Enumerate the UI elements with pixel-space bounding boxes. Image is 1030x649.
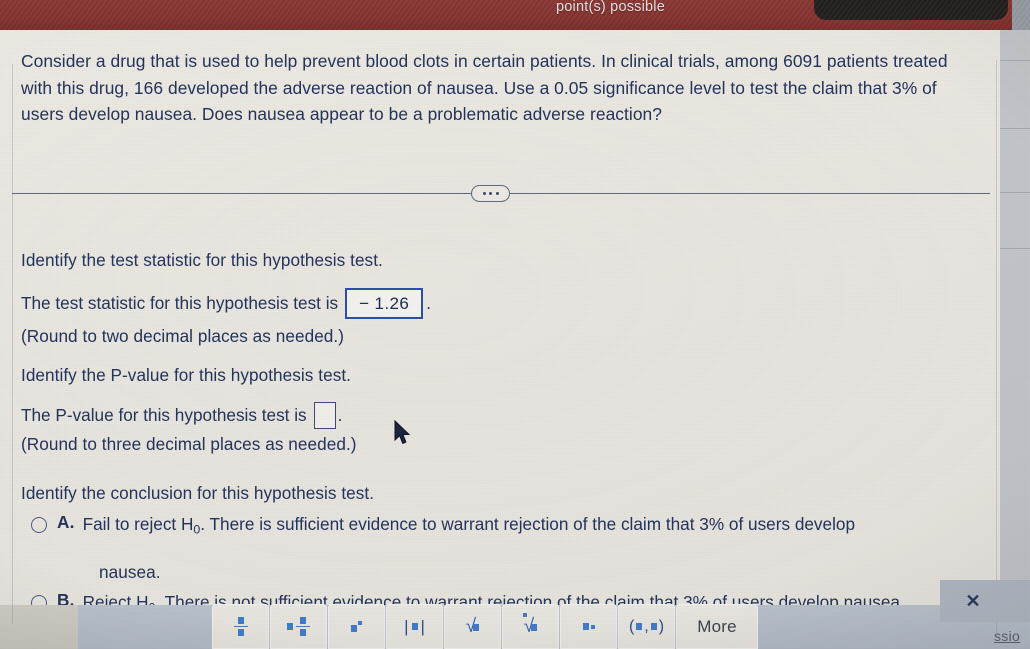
- test-statistic-input[interactable]: − 1.26: [345, 288, 424, 319]
- radio-button-a[interactable]: [31, 517, 47, 533]
- choice-a-wrapline: nausea.: [99, 562, 161, 582]
- square-root-icon: √: [466, 616, 480, 638]
- conclusion-prompt: Identify the conclusion for this hypothe…: [21, 483, 375, 503]
- page-header: point(s) possible: [0, 0, 1030, 30]
- test-statistic-prompt: Identify the test statistic for this hyp…: [21, 250, 383, 270]
- question-page: Consider a drug that is used to help pre…: [0, 30, 1000, 638]
- exponent-button[interactable]: [328, 604, 385, 649]
- close-icon[interactable]: ✕: [964, 592, 982, 610]
- p-value-sentence: The P-value for this hypothesis test is: [21, 405, 307, 425]
- choice-option-a[interactable]: A. Fail to reject H0. There is sufficien…: [31, 512, 936, 541]
- corner-partial-text[interactable]: ssio: [994, 628, 1020, 644]
- choice-a-part2: . There is sufficient evidence to warran…: [200, 514, 856, 534]
- mixed-number-button[interactable]: [270, 604, 327, 649]
- right-gutter-panel: [1000, 30, 1030, 605]
- choice-text-a: Fail to reject H0. There is sufficient e…: [83, 512, 855, 541]
- choice-a-part1: Fail to reject H: [82, 514, 194, 534]
- test-statistic-period: .: [426, 293, 431, 313]
- math-palette-buttons: | | √ √ (,) More: [212, 604, 758, 649]
- test-statistic-answer-row: The test statistic for this hypothesis t…: [21, 288, 431, 319]
- ordered-pair-button[interactable]: (,): [618, 604, 675, 649]
- more-symbols-button[interactable]: More: [676, 604, 758, 649]
- fraction-icon: [233, 616, 248, 637]
- p-value-answer-row: The P-value for this hypothesis test is …: [21, 402, 342, 429]
- page-left-rule: [12, 64, 13, 624]
- gutter-divider: [1000, 60, 1030, 61]
- nth-root-icon: √: [522, 612, 538, 638]
- absolute-value-button[interactable]: | |: [386, 604, 443, 649]
- p-value-input[interactable]: [313, 402, 336, 429]
- header-dark-chip: [814, 0, 1008, 20]
- test-statistic-rounding-note: (Round to two decimal places as needed.): [21, 326, 345, 346]
- ellipsis-dot: [495, 192, 499, 195]
- screenshot-root: point(s) possible Consider a drug that i…: [0, 0, 1030, 649]
- subscript-icon: [582, 623, 595, 630]
- nth-root-button[interactable]: √: [502, 604, 559, 649]
- choice-letter-a: A.: [57, 512, 75, 532]
- gutter-divider: [1000, 248, 1030, 249]
- p-value-rounding-note: (Round to three decimal places as needed…: [21, 434, 357, 454]
- more-options-ellipsis-button[interactable]: [471, 185, 510, 202]
- test-statistic-sentence: The test statistic for this hypothesis t…: [21, 293, 339, 313]
- ellipsis-dot: [489, 192, 492, 195]
- toolbar-right-panel: [940, 580, 1030, 622]
- fraction-button[interactable]: [212, 604, 269, 649]
- p-value-period: .: [337, 405, 343, 425]
- ellipsis-dot: [482, 192, 486, 195]
- gutter-divider: [1000, 128, 1030, 129]
- exponent-icon: [351, 621, 362, 632]
- mixed-number-icon: [287, 616, 310, 637]
- gutter-divider: [1000, 192, 1030, 193]
- header-right-strip: [1012, 0, 1030, 30]
- points-possible-label: point(s) possible: [556, 0, 665, 15]
- page-right-rule: [996, 60, 997, 638]
- ordered-pair-icon: (,): [628, 617, 665, 635]
- square-root-button[interactable]: √: [444, 604, 501, 649]
- p-value-prompt: Identify the P-value for this hypothesis…: [21, 365, 351, 385]
- subscript-button[interactable]: [560, 604, 617, 649]
- question-text: Consider a drug that is used to help pre…: [21, 51, 948, 124]
- absolute-value-icon: | |: [404, 616, 425, 636]
